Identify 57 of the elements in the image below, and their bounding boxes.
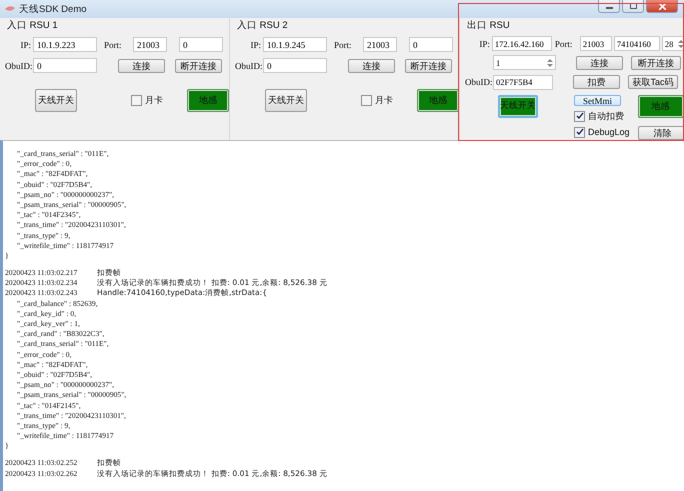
monthly-card-checkbox[interactable] [361, 94, 372, 106]
set-mmi-button[interactable]: SetMmi [574, 94, 621, 106]
ground-sensor-button[interactable]: 地感 [638, 94, 684, 118]
connect-button[interactable]: 连接 [576, 56, 623, 70]
monthly-card-checkbox[interactable] [131, 94, 142, 106]
ip-field[interactable]: 10.1.9.245 [263, 37, 327, 52]
group-title: 入口 RSU 1 [7, 19, 58, 32]
port-label: Port: [334, 40, 353, 50]
checkbox-label: DebugLog [588, 127, 630, 138]
ground-sensor-button[interactable]: 地感 [187, 88, 229, 112]
port-field[interactable]: 21003 [580, 36, 612, 52]
spin-field[interactable]: 28 [662, 36, 684, 52]
handle-field[interactable]: 74104160 [614, 36, 660, 52]
spinner-icon [547, 58, 553, 68]
antenna-button[interactable]: 天线开关 [35, 88, 77, 112]
close-button[interactable] [646, 0, 678, 13]
clear-button[interactable]: 清除 [638, 126, 684, 140]
port-field[interactable]: 21003 [363, 37, 397, 52]
obuid-label: ObuID: [235, 60, 263, 70]
obuid-label: ObuID: [465, 77, 493, 88]
obuid-field[interactable]: 0 [33, 58, 97, 73]
obuid-label: ObuID: [5, 60, 33, 70]
number-field[interactable]: 0 [179, 37, 223, 52]
ip-field[interactable]: 172.16.42.160 [492, 36, 552, 52]
checkbox-label: 月卡 [145, 94, 163, 106]
connect-button[interactable]: 连接 [348, 58, 395, 72]
port-label: Port: [554, 38, 574, 49]
debug-log-checkbox[interactable] [574, 126, 585, 138]
ip-field[interactable]: 10.1.9.223 [33, 37, 97, 52]
ip-label: IP: [19, 40, 32, 50]
minimize-button[interactable] [598, 0, 620, 13]
checkbox-label: 自动扣费 [588, 110, 624, 123]
ip-label: IP: [249, 40, 262, 50]
antenna-button[interactable]: 天线开关 [265, 88, 307, 112]
ip-label: IP: [478, 38, 491, 49]
disconnect-button[interactable]: 断开连接 [631, 56, 681, 70]
maximize-button[interactable] [622, 0, 644, 13]
disconnect-button[interactable]: 断开连接 [175, 58, 222, 72]
checkbox-label: 月卡 [375, 94, 393, 106]
get-tac-button[interactable]: 获取Tac码 [628, 75, 678, 90]
maximize-icon [630, 3, 636, 9]
charge-button[interactable]: 扣费 [573, 75, 620, 90]
ground-sensor-button[interactable]: 地感 [417, 88, 459, 112]
number-field[interactable]: 0 [409, 37, 453, 52]
obuid-field[interactable]: 02F7F5B4 [493, 74, 553, 90]
spin-field[interactable]: 1 [493, 55, 556, 70]
obuid-field[interactable]: 0 [263, 58, 327, 73]
port-label: Port: [104, 40, 123, 50]
group-title: 入口 RSU 2 [237, 19, 288, 32]
close-icon [658, 2, 666, 10]
disconnect-button[interactable]: 断开连接 [405, 58, 452, 72]
connect-button[interactable]: 连接 [118, 58, 165, 72]
auto-charge-checkbox[interactable] [574, 110, 585, 122]
group-title: 出口 RSU [467, 19, 510, 32]
port-field[interactable]: 21003 [133, 37, 167, 52]
window-title: 天线SDK Demo [19, 2, 87, 16]
spinner-icon [678, 38, 684, 49]
